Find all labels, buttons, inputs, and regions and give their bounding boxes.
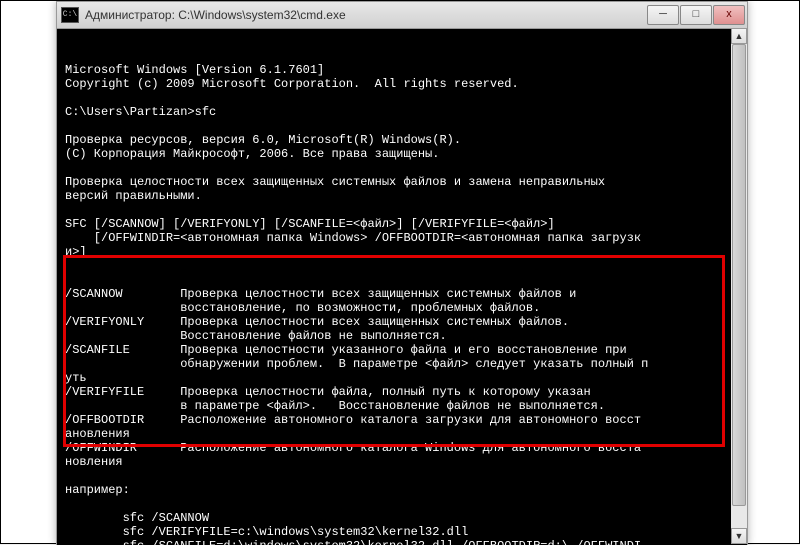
window-title: Администратор: C:\Windows\system32\cmd.e… (85, 8, 646, 22)
scroll-track[interactable] (731, 44, 747, 528)
scroll-thumb[interactable] (732, 44, 746, 506)
window-controls: ─ □ x (646, 5, 745, 25)
maximize-button[interactable]: □ (680, 5, 712, 25)
scroll-up-arrow[interactable]: ▲ (731, 28, 747, 44)
close-button[interactable]: x (713, 5, 745, 25)
scroll-down-arrow[interactable]: ▼ (731, 528, 747, 544)
terminal-area[interactable]: Microsoft Windows [Version 6.1.7601] Cop… (57, 29, 747, 545)
cmd-window: C:\ Администратор: C:\Windows\system32\c… (56, 1, 748, 545)
minimize-button[interactable]: ─ (647, 5, 679, 25)
terminal-output: Microsoft Windows [Version 6.1.7601] Cop… (65, 63, 743, 545)
cmd-icon: C:\ (61, 7, 79, 23)
scrollbar[interactable]: ▲ ▼ (731, 28, 747, 544)
titlebar[interactable]: C:\ Администратор: C:\Windows\system32\c… (57, 2, 747, 29)
